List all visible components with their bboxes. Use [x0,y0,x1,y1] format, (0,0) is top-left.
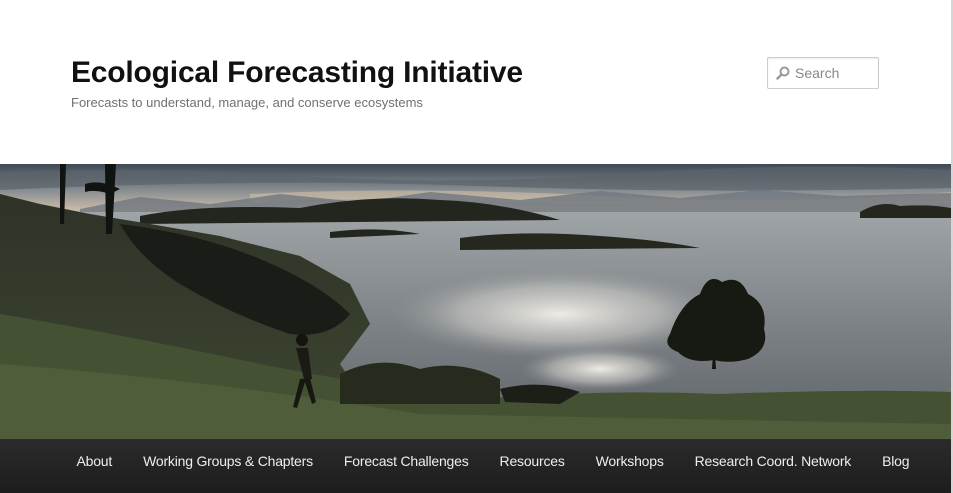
main-navigation: About Working Groups & Chapters Forecast… [0,439,951,493]
site-tagline: Forecasts to understand, manage, and con… [71,95,423,110]
nav-item-blog[interactable]: Blog [867,439,925,483]
nav-item-workshops[interactable]: Workshops [580,439,679,483]
site-title[interactable]: Ecological Forecasting Initiative [71,56,523,90]
nav-item-research-coord-network[interactable]: Research Coord. Network [679,439,866,483]
page: Ecological Forecasting Initiative Foreca… [0,0,953,493]
nav-item-resources[interactable]: Resources [484,439,580,483]
nav-item-about[interactable]: About [61,439,128,483]
nav-item-working-groups[interactable]: Working Groups & Chapters [128,439,329,483]
nav-item-forecast-challenges[interactable]: Forecast Challenges [328,439,484,483]
search-box[interactable] [767,57,879,89]
search-icon [776,66,790,80]
nav-menu: About Working Groups & Chapters Forecast… [61,439,925,483]
search-input[interactable] [795,58,875,88]
header-image [0,164,951,439]
